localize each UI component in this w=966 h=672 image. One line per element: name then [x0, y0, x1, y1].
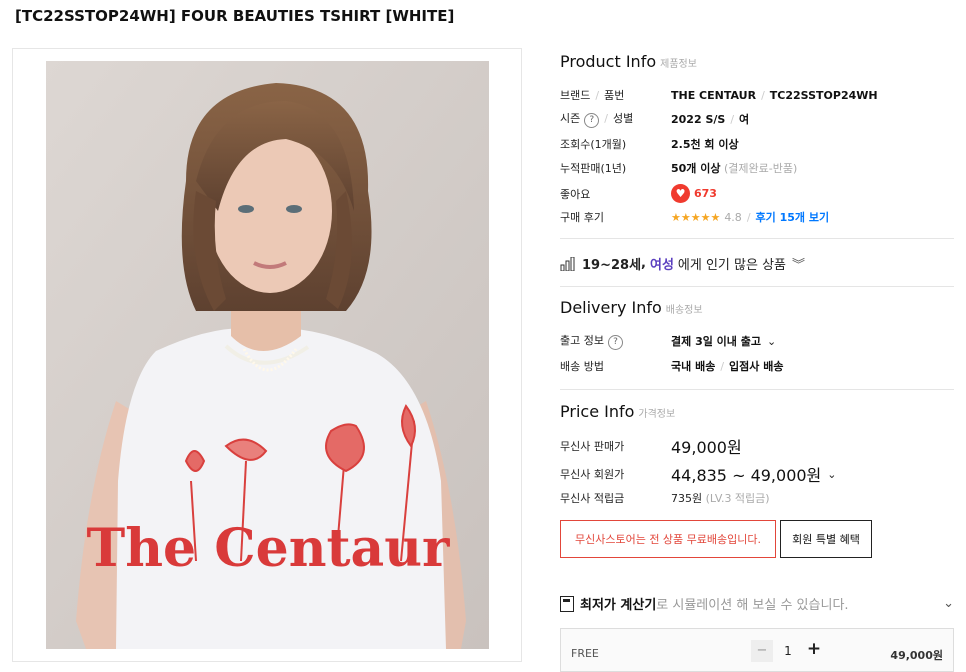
brand-link[interactable]: THE CENTAUR	[671, 89, 756, 102]
ship-dropdown[interactable]: 결제 3일 이내 출고	[671, 333, 761, 349]
product-info-subtitle: 제품정보	[660, 59, 697, 70]
views-row: 조회수(1개월) 2.5천 회 이상	[560, 136, 739, 152]
sale-price-row: 무신사 판매가 49,000원	[560, 434, 742, 458]
free-shipping-button[interactable]: 무신사스토어는 전 상품 무료배송입니다.	[560, 520, 776, 558]
calculator-icon	[560, 595, 574, 612]
popular-age: 19~28세	[582, 258, 642, 273]
heart-icon[interactable]: ♥	[671, 184, 690, 203]
points-value: 735원	[671, 492, 703, 505]
sales-row: 누적판매(1년) 50개 이상 (결제완료-반품)	[560, 160, 797, 176]
qty-plus-button[interactable]: +	[803, 638, 825, 660]
gender-label: 성별	[612, 112, 634, 125]
divider	[560, 238, 954, 239]
brand-row: 브랜드 / 품번 THE CENTAUR / TC22SSTOP24WH	[560, 88, 878, 103]
option-price: 49,000원	[890, 649, 943, 662]
season-label: 시즌	[560, 112, 581, 125]
shirt-print-text: The Centaur	[87, 518, 450, 579]
points-note: (LV.3 적립금)	[705, 492, 770, 505]
sale-price: 49,000원	[671, 438, 742, 457]
option-size: FREE	[571, 647, 599, 660]
sku-value: TC22SSTOP24WH	[769, 88, 878, 102]
chevron-down-icon[interactable]: ⌄	[767, 335, 776, 348]
method-domestic: 국내 배송	[671, 360, 716, 373]
help-icon[interactable]: ?	[584, 113, 600, 128]
product-image-frame: The Centaur	[12, 48, 522, 662]
season-row: 시즌? / 성별 2022 S/S / 여	[560, 112, 750, 128]
rating-value: 4.8	[724, 210, 742, 224]
ship-label: 출고 정보	[560, 334, 604, 347]
product-info-title: Product Info	[560, 52, 657, 71]
sale-price-label: 무신사 판매가	[560, 440, 625, 453]
qty-minus-button[interactable]: −	[751, 640, 773, 662]
views-label: 조회수(1개월)	[560, 138, 627, 151]
points-row: 무신사 적립금 735원 (LV.3 적립금)	[560, 490, 770, 506]
price-info-title: Price Info	[560, 402, 635, 421]
popular-comma: ,	[641, 256, 646, 271]
delivery-info-heading: Delivery Info 배송정보	[560, 298, 703, 317]
likes-row: 좋아요 ♥ 673	[560, 184, 717, 203]
points-label: 무신사 적립금	[560, 492, 625, 505]
sales-label: 누적판매(1년)	[560, 162, 627, 175]
chart-icon	[560, 256, 576, 271]
method-label: 배송 방법	[560, 360, 604, 373]
popular-gender: 여성	[650, 258, 674, 273]
member-price[interactable]: 44,835 ~ 49,000원	[671, 462, 821, 486]
sales-value: 50개 이상	[671, 162, 721, 175]
double-chevron-down-icon: ︾	[792, 258, 806, 273]
member-price-label: 무신사 회원가	[560, 468, 625, 481]
gender-value: 여	[739, 113, 750, 126]
member-price-row: 무신사 회원가 44,835 ~ 49,000원 ⌄	[560, 462, 837, 486]
review-link[interactable]: 후기 15개 보기	[756, 209, 830, 225]
ship-row: 출고 정보? 결제 3일 이내 출고 ⌄	[560, 332, 776, 350]
star-rating-icon: ★★★★★	[671, 210, 721, 224]
product-photo[interactable]: The Centaur	[46, 61, 489, 649]
delivery-info-title: Delivery Info	[560, 298, 662, 317]
model-illustration: The Centaur	[46, 61, 489, 649]
member-benefit-button[interactable]: 회원 특별 혜택	[780, 520, 872, 558]
qty-input[interactable]: 1	[777, 644, 799, 658]
views-value: 2.5천 회 이상	[671, 138, 739, 151]
review-label: 구매 후기	[560, 211, 604, 224]
season-value: 2022 S/S	[671, 112, 726, 126]
chevron-down-icon[interactable]: ⌄	[943, 596, 954, 611]
calculator-text: 로 시뮬레이션 해 보실 수 있습니다.	[656, 598, 849, 613]
method-vendor: 입점사 배송	[729, 360, 784, 373]
delivery-info-subtitle: 배송정보	[665, 305, 703, 316]
price-calculator-toggle[interactable]: 최저가 계산기 로 시뮬레이션 해 보실 수 있습니다. ⌄	[560, 594, 954, 613]
divider	[560, 389, 954, 390]
popular-banner[interactable]: 19~28세 , 여성 에게 인기 많은 상품 ︾	[560, 254, 805, 273]
price-info-subtitle: 가격정보	[638, 409, 676, 420]
sku-label: 품번	[604, 89, 625, 102]
popular-text: 에게 인기 많은 상품	[677, 258, 786, 273]
sales-note: (결제완료-반품)	[724, 162, 798, 175]
brand-label: 브랜드	[560, 89, 591, 102]
likes-count: 673	[694, 187, 717, 200]
help-icon[interactable]: ?	[607, 335, 623, 350]
product-title: [TC22SSTOP24WH] FOUR BEAUTIES TSHIRT [WH…	[15, 7, 455, 25]
review-row: 구매 후기 ★★★★★ 4.8/ 후기 15개 보기	[560, 209, 830, 225]
product-info-heading: Product Info 제품정보	[560, 52, 697, 71]
chevron-down-icon[interactable]: ⌄	[827, 468, 836, 481]
likes-label: 좋아요	[560, 187, 591, 201]
method-row: 배송 방법 국내 배송 / 입점사 배송	[560, 359, 784, 374]
price-info-heading: Price Info 가격정보	[560, 402, 675, 421]
calculator-bold: 최저가 계산기	[580, 598, 657, 613]
selected-option-row: FREE − 1 + 49,000원	[560, 628, 954, 672]
divider	[560, 286, 954, 287]
